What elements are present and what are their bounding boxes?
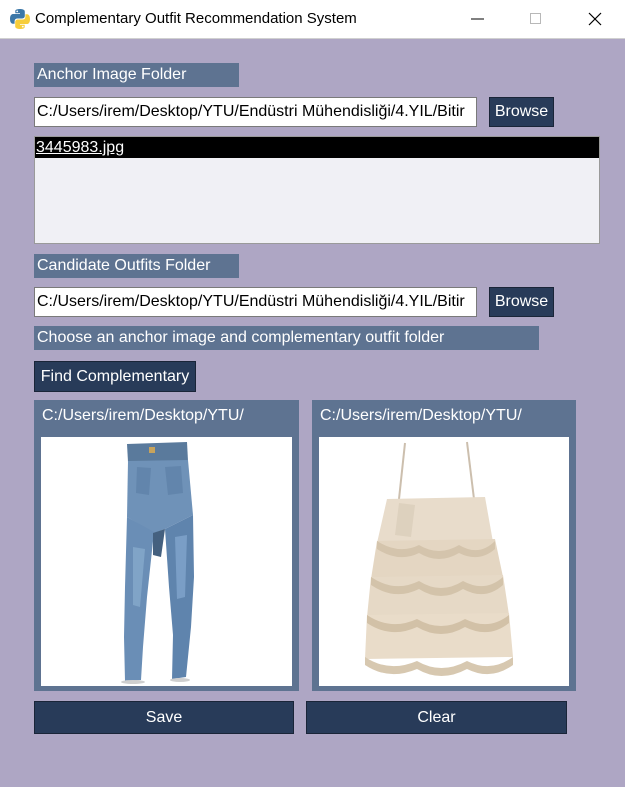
- anchor-browse-button[interactable]: Browse: [489, 97, 554, 127]
- candidate-folder-label: Candidate Outfits Folder: [34, 254, 239, 278]
- anchor-result-path: C:/Users/irem/Desktop/YTU/: [42, 407, 244, 424]
- save-button[interactable]: Save: [34, 701, 294, 734]
- find-complementary-button[interactable]: Find Complementary: [34, 361, 196, 392]
- jeans-image: [121, 442, 194, 684]
- clear-button[interactable]: Clear: [306, 701, 567, 734]
- title-bar[interactable]: Complementary Outfit Recommendation Syst…: [0, 0, 625, 39]
- candidate-browse-button[interactable]: Browse: [489, 287, 554, 317]
- anchor-folder-label: Anchor Image Folder: [34, 63, 239, 87]
- maximize-button[interactable]: [508, 0, 566, 38]
- complement-result-panel: C:/Users/irem/Desktop/YTU/: [312, 400, 576, 691]
- complement-result-image: [319, 437, 569, 686]
- close-button[interactable]: [567, 0, 625, 38]
- close-icon: [588, 12, 602, 26]
- complement-result-path: C:/Users/irem/Desktop/YTU/: [320, 407, 522, 424]
- ruffled-top-image: [365, 441, 513, 676]
- anchor-result-panel: C:/Users/irem/Desktop/YTU/: [34, 400, 299, 691]
- status-message: Choose an anchor image and complementary…: [34, 326, 539, 350]
- window-title: Complementary Outfit Recommendation Syst…: [35, 10, 357, 27]
- python-logo-icon: [10, 9, 30, 29]
- minimize-icon: [471, 18, 484, 20]
- candidate-folder-path-input[interactable]: C:/Users/irem/Desktop/YTU/Endüstri Mühen…: [34, 287, 477, 317]
- list-item[interactable]: 3445983.jpg: [35, 137, 599, 158]
- anchor-file-list[interactable]: 3445983.jpg: [34, 136, 600, 244]
- anchor-result-image: [41, 437, 292, 686]
- minimize-button[interactable]: [450, 0, 508, 38]
- maximize-icon: [530, 13, 541, 24]
- anchor-folder-path-input[interactable]: C:/Users/irem/Desktop/YTU/Endüstri Mühen…: [34, 97, 477, 127]
